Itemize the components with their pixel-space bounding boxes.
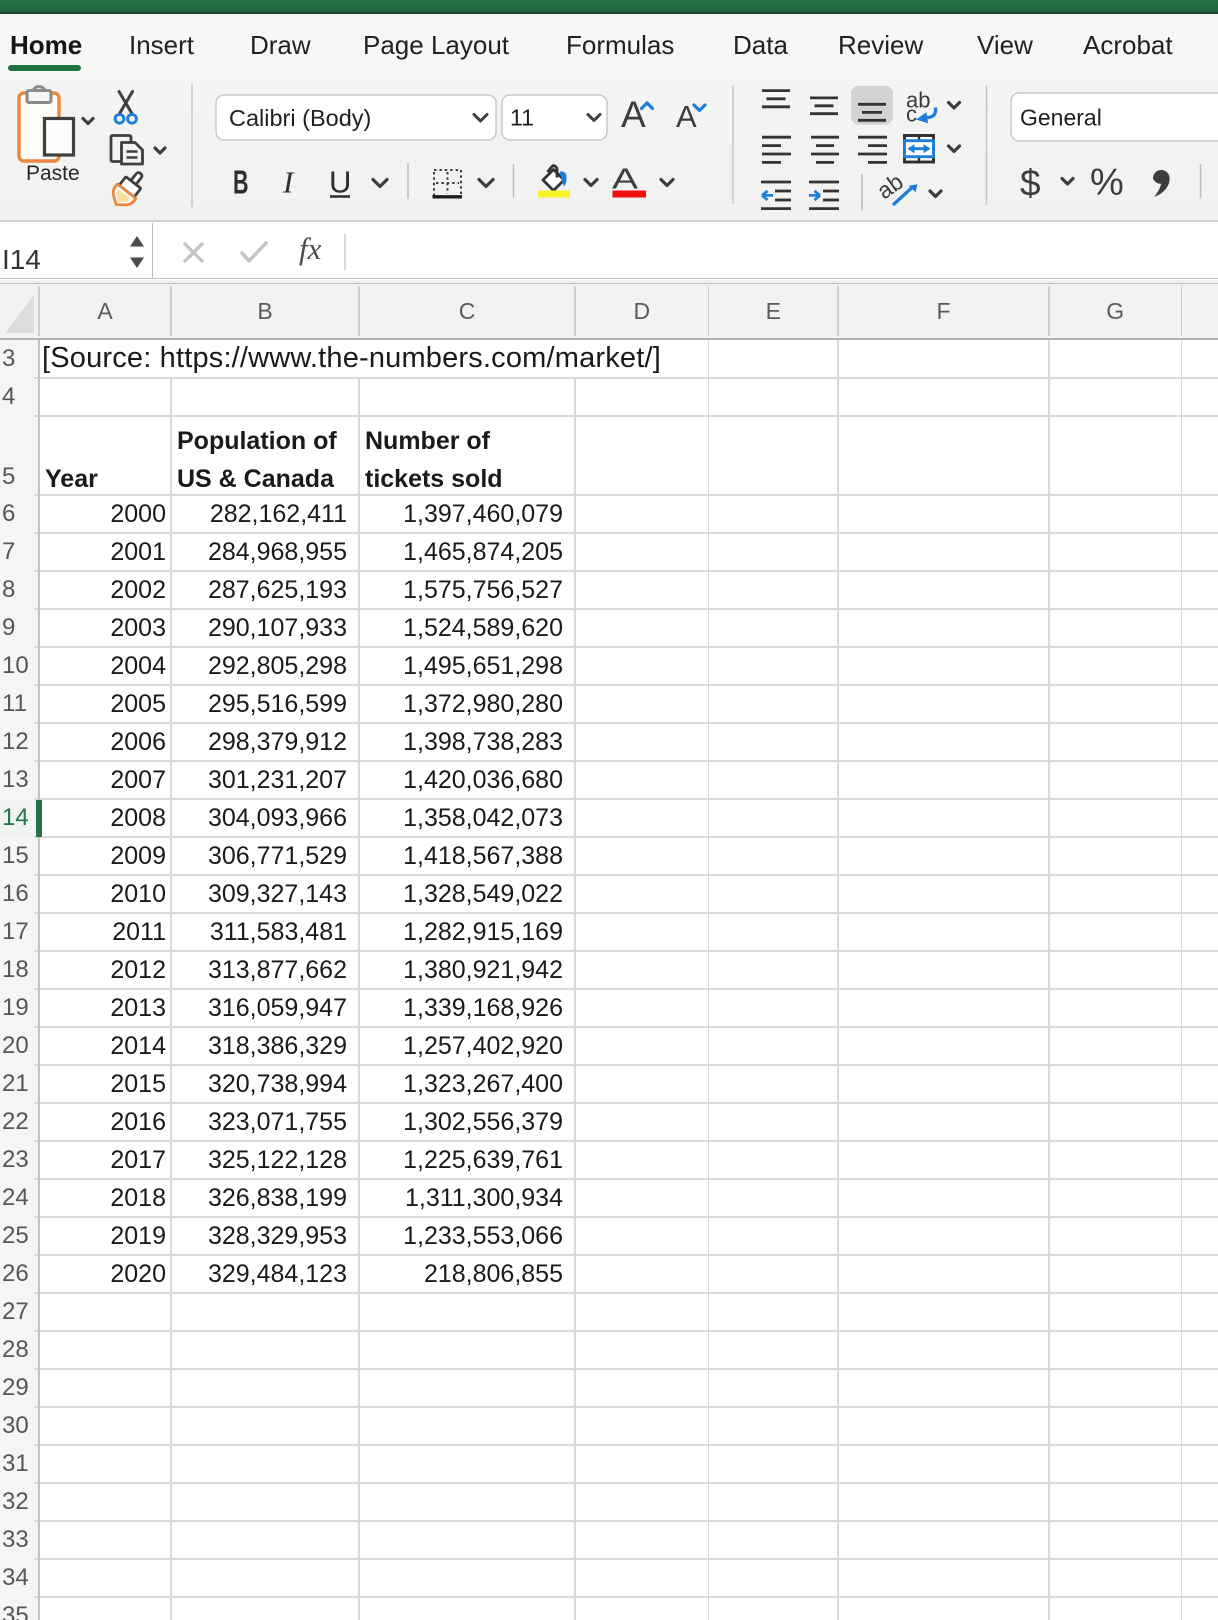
svg-text:Calibri (Body): Calibri (Body)	[229, 105, 371, 131]
svg-text:I: I	[282, 165, 295, 200]
svg-text:Paste: Paste	[26, 162, 80, 185]
svg-text:c: c	[906, 102, 917, 127]
svg-text:$: $	[1020, 163, 1041, 204]
svg-text:ab: ab	[872, 168, 908, 204]
svg-text:General: General	[1020, 105, 1102, 131]
svg-text:%: %	[1090, 162, 1124, 204]
svg-text:B: B	[233, 164, 249, 201]
svg-text:A: A	[621, 94, 646, 135]
svg-text:11: 11	[510, 105, 534, 131]
svg-text:U: U	[329, 165, 351, 200]
